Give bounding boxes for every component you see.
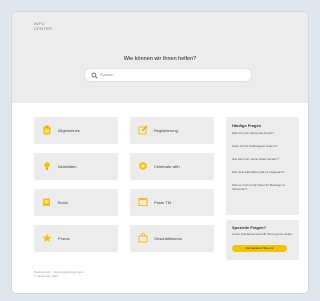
category-label: Aktivitäten <box>58 164 77 169</box>
category-label: Celebrate with <box>154 164 180 169</box>
faq-link[interactable]: Wie viele Aktivitäten gibt es insgesamt? <box>232 170 294 175</box>
logo[interactable]: INFO CENTER <box>34 21 53 31</box>
star-icon <box>42 233 52 242</box>
bulb-icon <box>44 162 50 170</box>
category-tile-paste[interactable]: Paste TM <box>130 189 214 216</box>
contact-text: Unser Kundenservice hilft Ihnen gerne we… <box>232 232 293 236</box>
document-icon <box>43 198 50 206</box>
category-label: Geschäftskonto <box>154 236 182 241</box>
category-tile-promo[interactable]: Promo <box>34 225 118 252</box>
category-tile-boxlo[interactable]: Boxlo <box>34 189 118 216</box>
contact-button[interactable]: Kontaktieren Sie uns <box>232 245 287 252</box>
footer-copyright: © Infocenter 2024 <box>34 273 58 278</box>
category-label: Registrierung <box>154 128 178 133</box>
category-label: Promo <box>58 236 70 241</box>
faq-link[interactable]: Gibt es noch mehr Ideen für Beiträge im … <box>232 183 294 191</box>
category-label: Allgemeines <box>58 128 80 133</box>
page-title: Wie können wir Ihnen helfen? <box>123 56 197 62</box>
search-input[interactable]: Suchen <box>84 68 252 82</box>
search-icon <box>91 72 98 78</box>
hero-section: INFO CENTER Wie können wir Ihnen helfen?… <box>12 12 308 103</box>
app-window: INFO CENTER Wie können wir Ihnen helfen?… <box>11 11 309 294</box>
bag-icon <box>138 233 148 243</box>
contact-title: Spezielle Fragen? <box>232 225 267 230</box>
window-icon <box>138 198 148 206</box>
category-label: Paste TM <box>154 200 172 205</box>
category-tile-geschaeftskonto[interactable]: Geschäftskonto <box>130 225 214 252</box>
faq-link[interactable]: Was ist mein Infocenter-Konto? <box>232 131 294 136</box>
sun-icon <box>139 162 147 170</box>
edit-icon <box>138 125 148 135</box>
faq-title: Häufige Fragen <box>232 123 262 128</box>
logo-line-2: CENTER <box>34 25 53 31</box>
category-tile-allgemeines[interactable]: Allgemeines <box>34 117 118 144</box>
faq-link[interactable]: Wie kann ich meine Daten ändern? <box>232 157 294 162</box>
faq-panel: Häufige Fragen Was ist mein Infocenter-K… <box>226 117 299 215</box>
category-tile-celebrate[interactable]: Celebrate with <box>130 153 214 180</box>
footer: Datenschutz · Nutzungsbedingungen © Info… <box>34 270 83 279</box>
search-placeholder: Suchen <box>100 71 114 77</box>
clipboard-icon <box>43 125 51 135</box>
contact-panel: Spezielle Fragen? Unser Kundenservice hi… <box>226 220 299 260</box>
category-tile-registrierung[interactable]: Registrierung <box>130 117 214 144</box>
category-label: Boxlo <box>58 200 69 205</box>
faq-link[interactable]: Kann ich die Zahlungsart ändern? <box>232 144 294 149</box>
category-tile-aktivitaeten[interactable]: Aktivitäten <box>34 153 118 180</box>
